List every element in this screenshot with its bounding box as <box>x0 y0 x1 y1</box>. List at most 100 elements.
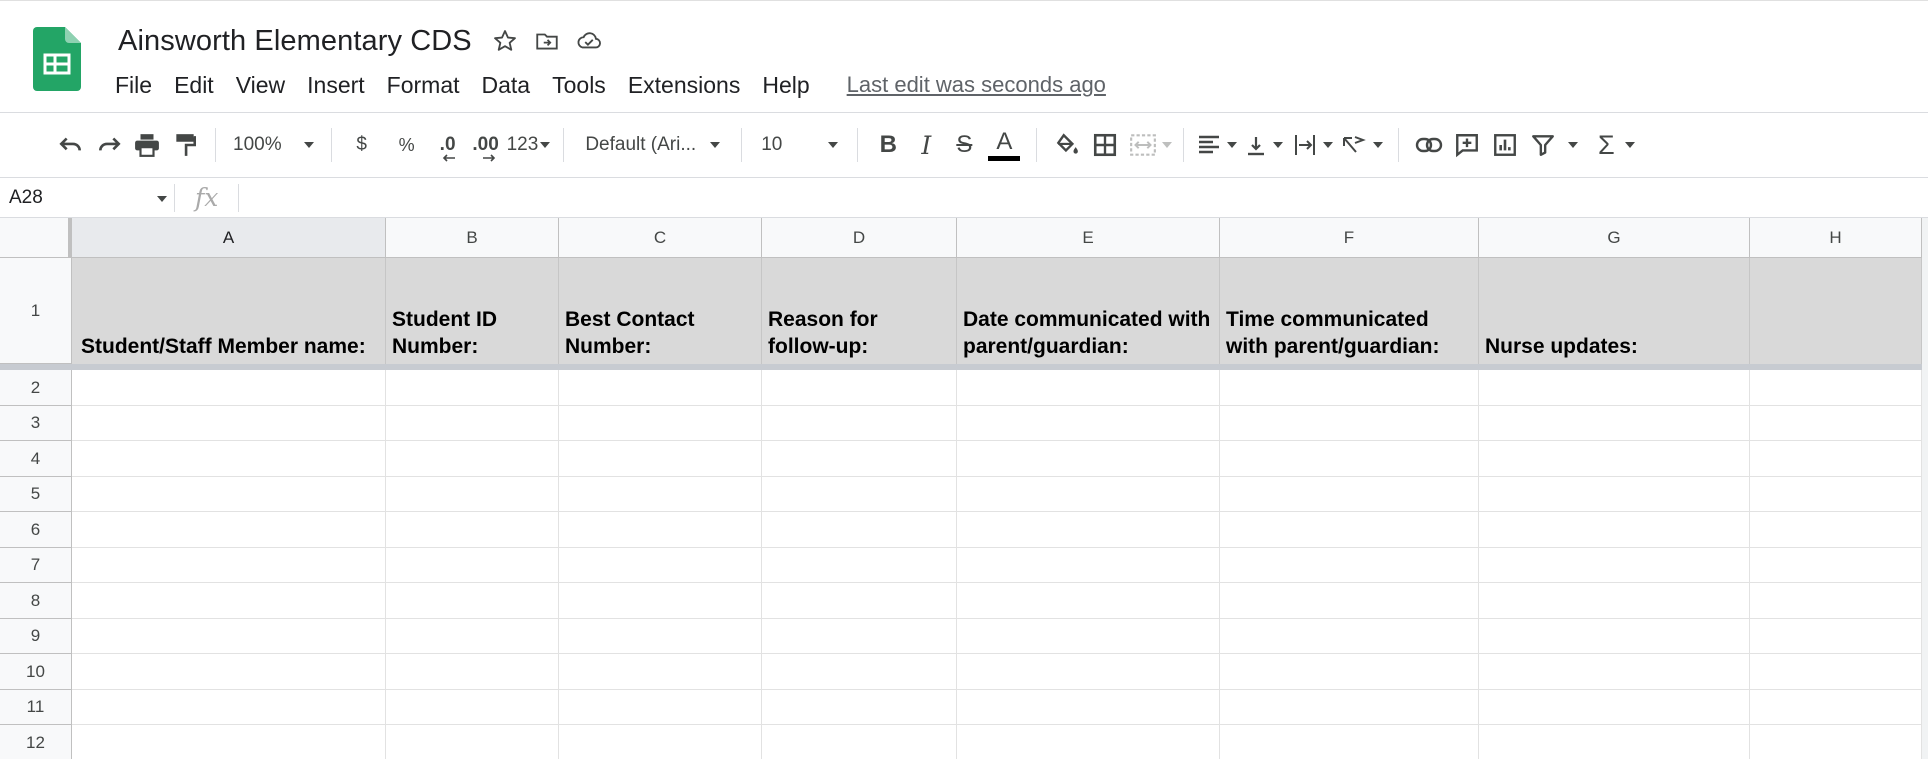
grid-cell[interactable] <box>559 654 762 690</box>
row-header[interactable]: 9 <box>0 619 72 654</box>
grid-cell[interactable] <box>1750 477 1922 512</box>
column-header-c[interactable]: C <box>559 218 762 258</box>
grid-cell[interactable] <box>559 406 762 441</box>
row-header[interactable]: 12 <box>0 725 72 759</box>
chevron-down-icon[interactable] <box>1568 142 1579 148</box>
vertical-align-select[interactable] <box>1239 125 1289 165</box>
grid-cell[interactable] <box>762 690 957 725</box>
header-cell-h[interactable] <box>1750 258 1922 364</box>
cloud-saved-icon[interactable] <box>574 26 604 56</box>
grid-cell[interactable] <box>386 619 559 654</box>
grid-cell[interactable] <box>559 619 762 654</box>
text-wrapping-select[interactable] <box>1289 125 1337 165</box>
grid-cell[interactable] <box>1220 406 1479 441</box>
chevron-down-icon[interactable] <box>157 195 167 202</box>
paint-format-icon[interactable] <box>169 125 201 165</box>
header-cell-a[interactable]: Student/Staff Member name: <box>72 258 386 364</box>
header-cell-b[interactable]: Student ID Number: <box>386 258 559 364</box>
text-rotation-select[interactable] <box>1337 125 1387 165</box>
grid-cell[interactable] <box>1750 441 1922 477</box>
menu-extensions[interactable]: Extensions <box>617 68 752 103</box>
menu-format[interactable]: Format <box>376 68 471 103</box>
vertical-scrollbar[interactable] <box>1922 218 1928 759</box>
grid-cell[interactable] <box>559 477 762 512</box>
grid-cell[interactable] <box>762 619 957 654</box>
grid-cell[interactable] <box>1479 406 1750 441</box>
functions-button[interactable]: Σ <box>1590 125 1622 165</box>
grid-cell[interactable] <box>386 654 559 690</box>
grid-cell[interactable] <box>1479 441 1750 477</box>
insert-link-icon[interactable] <box>1413 125 1445 165</box>
menu-file[interactable]: File <box>104 68 163 103</box>
grid-cell[interactable] <box>957 370 1220 406</box>
column-header-h[interactable]: H <box>1750 218 1922 258</box>
grid-cell[interactable] <box>1479 725 1750 759</box>
zoom-select[interactable]: 100% <box>227 125 320 165</box>
grid-cell[interactable] <box>1750 619 1922 654</box>
grid-cell[interactable] <box>762 512 957 548</box>
row-header[interactable]: 10 <box>0 654 72 690</box>
grid-cell[interactable] <box>1750 725 1922 759</box>
select-all-corner[interactable] <box>0 218 72 258</box>
row-header[interactable]: 7 <box>0 548 72 583</box>
font-family-select[interactable]: Default (Ari... <box>575 125 730 165</box>
grid-cell[interactable] <box>762 370 957 406</box>
grid-cell[interactable] <box>762 406 957 441</box>
grid-cell[interactable] <box>1220 725 1479 759</box>
grid-cell[interactable] <box>1479 512 1750 548</box>
menu-edit[interactable]: Edit <box>163 68 225 103</box>
borders-icon[interactable] <box>1089 125 1121 165</box>
grid-cell[interactable] <box>957 690 1220 725</box>
text-color-button[interactable]: A <box>986 125 1022 165</box>
grid-cell[interactable] <box>762 583 957 619</box>
row-header[interactable]: 3 <box>0 406 72 441</box>
sheets-logo-icon[interactable] <box>33 27 81 91</box>
grid-cell[interactable] <box>386 370 559 406</box>
grid-cell[interactable] <box>386 441 559 477</box>
grid-cell[interactable] <box>72 370 386 406</box>
menu-insert[interactable]: Insert <box>296 68 376 103</box>
grid-cell[interactable] <box>559 370 762 406</box>
grid-cell[interactable] <box>386 477 559 512</box>
grid-cell[interactable] <box>72 619 386 654</box>
row-header-1[interactable]: 1 <box>0 258 72 364</box>
grid-cell[interactable] <box>957 477 1220 512</box>
grid-cell[interactable] <box>1750 690 1922 725</box>
grid-cell[interactable] <box>957 406 1220 441</box>
last-edit-link[interactable]: Last edit was seconds ago <box>843 68 1110 102</box>
decrease-decimal-button[interactable]: .0 <box>432 125 464 165</box>
row-header[interactable]: 8 <box>0 583 72 619</box>
row-header[interactable]: 2 <box>0 370 72 406</box>
row-header[interactable]: 5 <box>0 477 72 512</box>
undo-icon[interactable] <box>55 125 87 165</box>
menu-view[interactable]: View <box>225 68 296 103</box>
print-icon[interactable] <box>131 125 163 165</box>
grid-cell[interactable] <box>386 583 559 619</box>
increase-decimal-button[interactable]: .00 <box>470 125 502 165</box>
currency-format-button[interactable]: $ <box>346 125 378 165</box>
column-header-g[interactable]: G <box>1479 218 1750 258</box>
grid-cell[interactable] <box>1220 370 1479 406</box>
filter-icon[interactable] <box>1527 125 1559 165</box>
grid-cell[interactable] <box>72 512 386 548</box>
grid-cell[interactable] <box>957 548 1220 583</box>
row-header[interactable]: 6 <box>0 512 72 548</box>
grid-cell[interactable] <box>762 548 957 583</box>
grid-cell[interactable] <box>72 441 386 477</box>
grid-cell[interactable] <box>1479 690 1750 725</box>
more-formats-select[interactable]: 123 <box>505 125 553 165</box>
menu-data[interactable]: Data <box>471 68 542 103</box>
grid-cell[interactable] <box>72 548 386 583</box>
percent-format-button[interactable]: % <box>391 125 423 165</box>
fill-color-icon[interactable] <box>1051 125 1083 165</box>
header-cell-e[interactable]: Date communicated with parent/guardian: <box>957 258 1220 364</box>
menu-tools[interactable]: Tools <box>541 68 617 103</box>
font-size-select[interactable]: 10 <box>753 125 846 165</box>
grid-cell[interactable] <box>1750 370 1922 406</box>
column-header-f[interactable]: F <box>1220 218 1479 258</box>
grid-cell[interactable] <box>386 512 559 548</box>
grid-cell[interactable] <box>72 725 386 759</box>
grid-cell[interactable] <box>957 725 1220 759</box>
grid-cell[interactable] <box>72 477 386 512</box>
grid-cell[interactable] <box>559 548 762 583</box>
